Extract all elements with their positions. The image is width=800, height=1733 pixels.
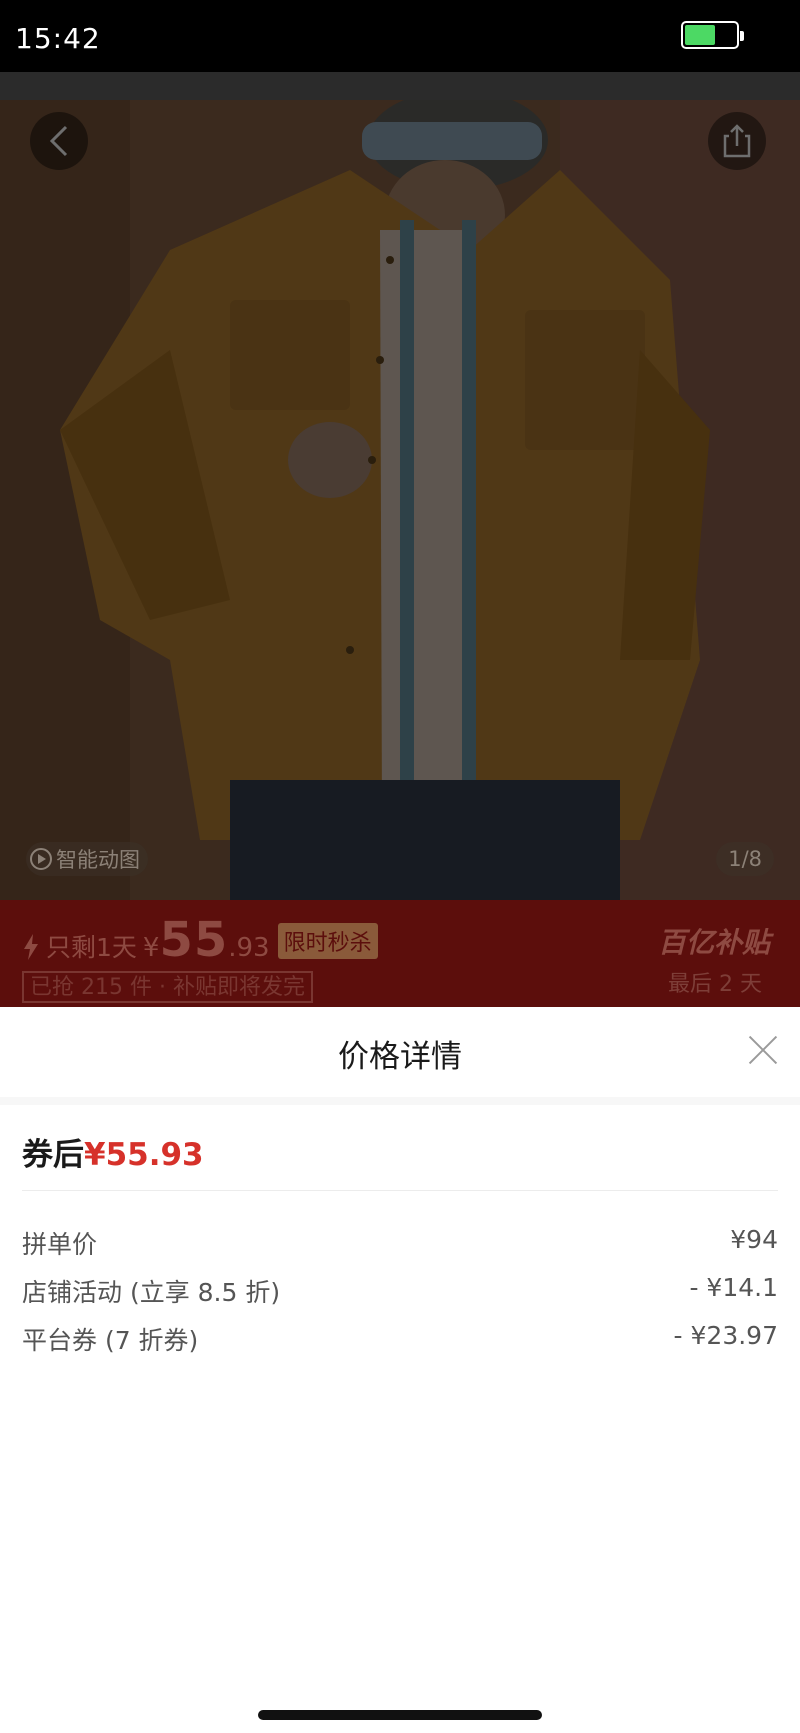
price-row-platform-coupon: 平台券 (7 折券) - ¥23.97: [22, 1321, 778, 1361]
back-button[interactable]: [30, 112, 88, 170]
final-price-label: 券后: [22, 1137, 84, 1173]
smart-motion-label: 智能动图: [56, 848, 140, 872]
chevron-left-icon: [49, 125, 68, 157]
subsidy-days: 最后 2 天: [668, 972, 762, 997]
final-price: 券后¥55.93: [22, 1129, 204, 1174]
sheet-title: 价格详情: [338, 1039, 462, 1075]
sheet-header: 价格详情: [0, 1007, 800, 1097]
promo-price-decimal: .93: [228, 933, 270, 963]
smart-motion-button[interactable]: 智能动图: [26, 842, 148, 876]
promo-price-line: 只剩1天 ¥ 55 .93 限时秒杀: [22, 912, 378, 968]
sold-info-badge: 已抢 215 件 · 补贴即将发完: [22, 971, 313, 1003]
price-details-sheet: 价格详情 券后¥55.93 拼单价 ¥94 店铺活动 (立享 8.5 折) - …: [0, 1007, 800, 1733]
navigation-overlay: [0, 72, 800, 102]
price-row-group-price: 拼单价 ¥94: [22, 1225, 778, 1265]
share-button[interactable]: [708, 112, 766, 170]
promo-price-integer: 55: [159, 912, 229, 968]
status-bar: 15:42: [0, 0, 800, 72]
divider: [22, 1190, 778, 1191]
status-time: 15:42: [15, 22, 101, 55]
battery-icon: [681, 21, 744, 49]
flash-sale-tag: 限时秒杀: [277, 923, 378, 959]
close-icon[interactable]: [748, 1035, 778, 1065]
price-row-label: 平台券 (7 折券): [22, 1326, 199, 1355]
divider: [0, 1097, 800, 1105]
lightning-icon: [24, 934, 38, 960]
price-row-value: - ¥23.97: [673, 1321, 778, 1350]
product-photo-jacket: [0, 100, 800, 900]
subsidy-logo: 百亿补贴: [657, 926, 770, 959]
product-image[interactable]: [0, 100, 800, 900]
remaining-time-text: 只剩1天: [46, 933, 137, 962]
price-row-store-discount: 店铺活动 (立享 8.5 折) - ¥14.1: [22, 1273, 778, 1313]
share-icon: [723, 124, 751, 158]
play-icon: [30, 848, 52, 870]
price-row-label: 拼单价: [22, 1230, 98, 1259]
price-row-label: 店铺活动 (立享 8.5 折): [22, 1278, 281, 1307]
promo-currency: ¥: [142, 933, 160, 963]
home-indicator[interactable]: [258, 1710, 542, 1720]
battery-tip: [740, 31, 744, 41]
price-row-value: - ¥14.1: [689, 1273, 778, 1302]
image-page-indicator: 1/8: [716, 842, 774, 876]
final-price-amount: ¥55.93: [84, 1137, 204, 1173]
battery-fill: [685, 25, 715, 45]
price-row-value: ¥94: [730, 1225, 778, 1254]
